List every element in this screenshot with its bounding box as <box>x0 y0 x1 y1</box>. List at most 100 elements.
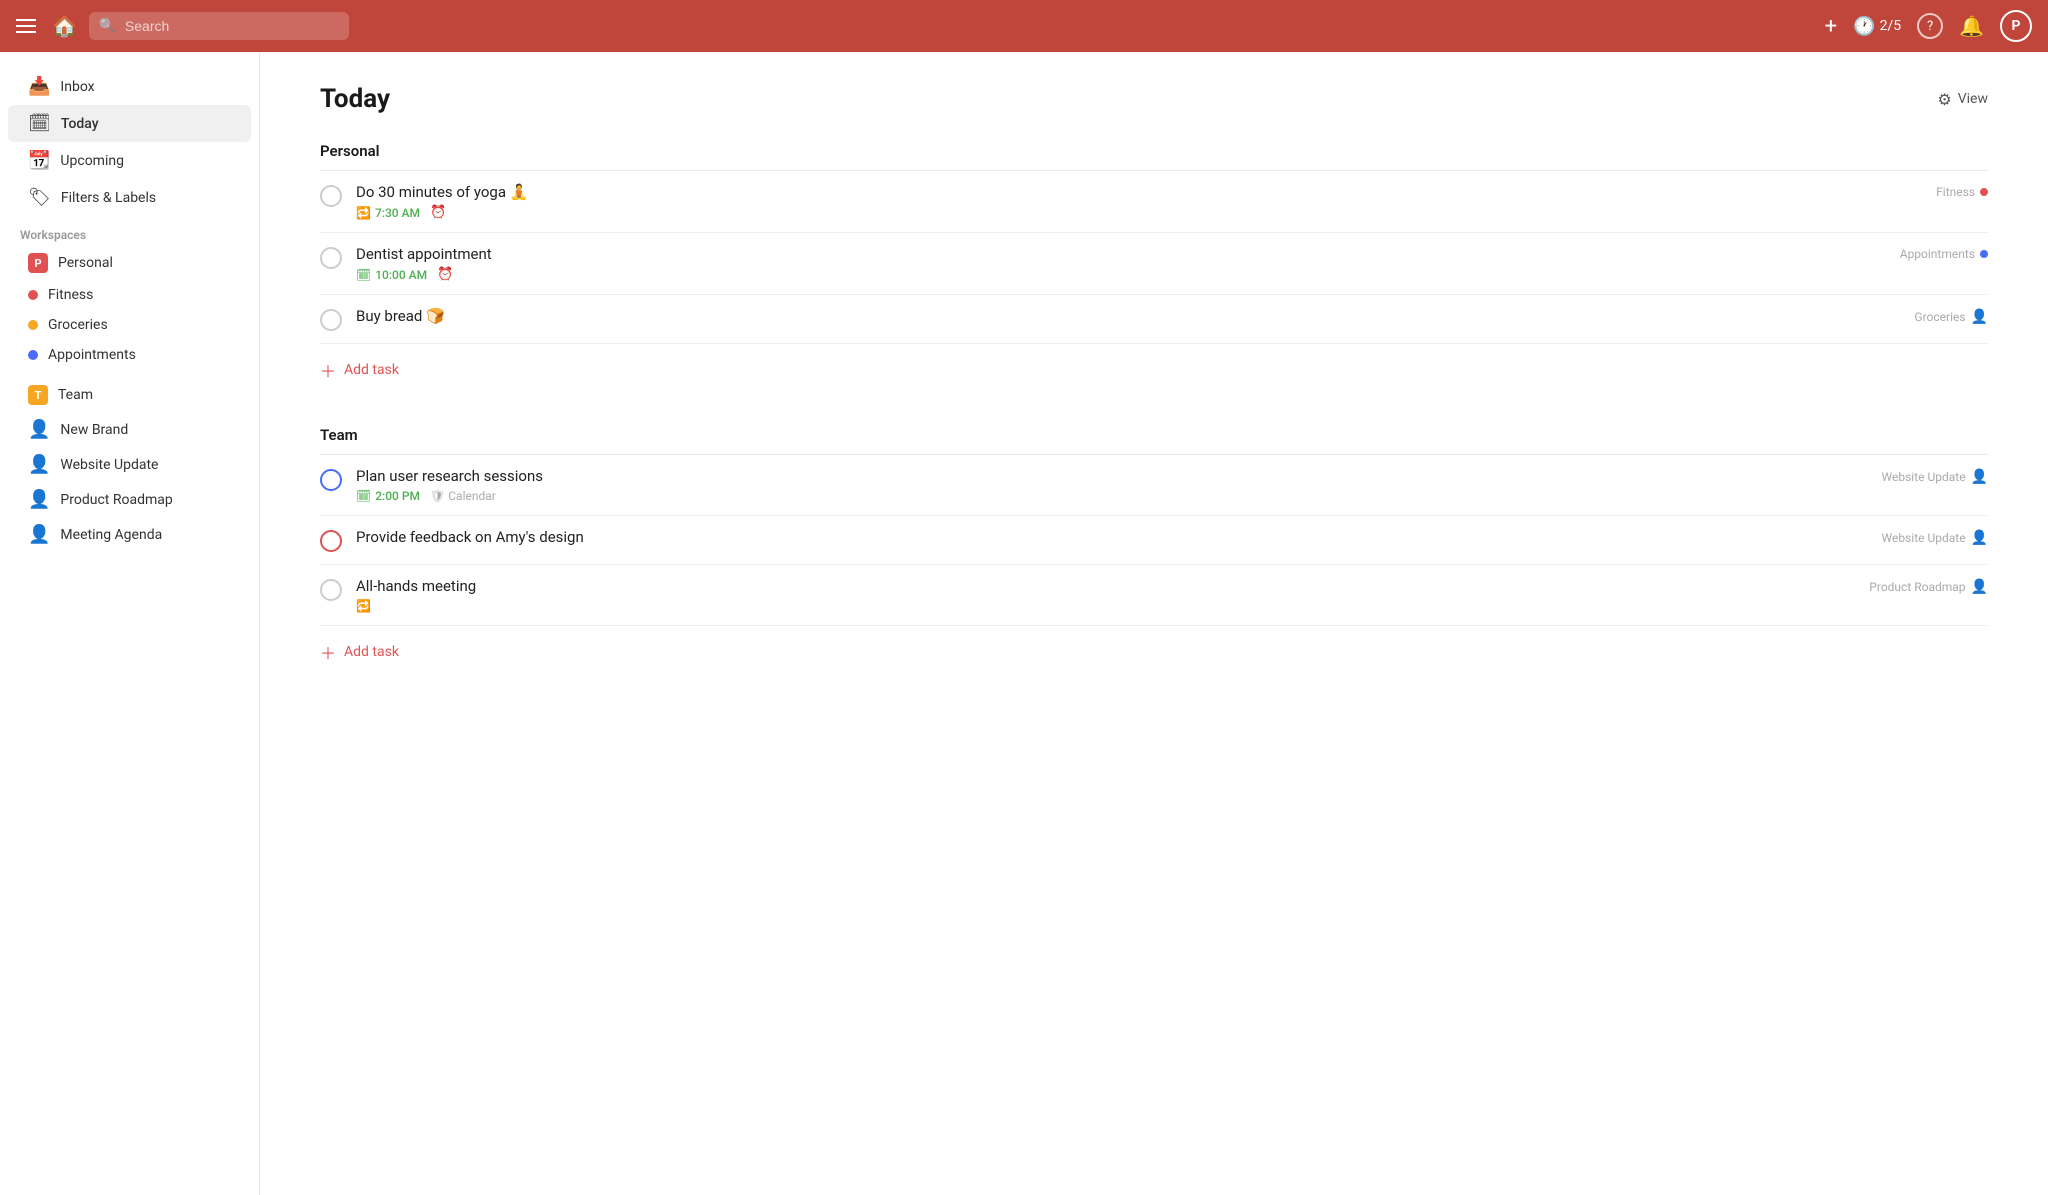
add-task-team[interactable]: ＋ Add task <box>320 626 1988 668</box>
calendar-label-research: 🛡 Calendar <box>430 489 496 503</box>
task-content-allhands: All-hands meeting 🔁 <box>356 577 1988 613</box>
inbox-icon: 📥 <box>28 76 50 97</box>
main-content: Today ⚙ View Personal Do 30 minutes of y… <box>260 52 2048 1195</box>
groceries-icon <box>28 320 38 330</box>
sidebar-item-label: Upcoming <box>60 153 124 169</box>
label-dot-dentist <box>1980 250 1988 258</box>
topbar: 🏠 🔍 + 🕐 2/5 ? 🔔 P <box>0 0 2048 52</box>
task-name-bread: Buy bread 🍞 <box>356 307 1988 325</box>
personal-section: Personal Do 30 minutes of yoga 🧘 🔁 7:30 … <box>320 142 1988 386</box>
person-icon-feedback: 👤 <box>1971 530 1988 546</box>
repeat-icon-allhands: 🔁 <box>356 599 371 613</box>
task-time-yoga: 🔁 7:30 AM <box>356 206 420 220</box>
task-name-allhands: All-hands meeting <box>356 577 1988 595</box>
topbar-right: + 🕐 2/5 ? 🔔 P <box>1825 10 2032 42</box>
workspace-label: Product Roadmap <box>60 492 172 508</box>
task-meta-yoga: 🔁 7:30 AM ⏰ <box>356 205 1988 220</box>
sidebar-item-personal[interactable]: P Personal <box>8 246 251 280</box>
task-content-yoga: Do 30 minutes of yoga 🧘 🔁 7:30 AM ⏰ <box>356 183 1988 220</box>
add-task-personal[interactable]: ＋ Add task <box>320 344 1988 386</box>
task-time-dentist: 🗓 10:00 AM <box>356 268 427 282</box>
filters-icon: 🏷 <box>28 187 51 208</box>
product-roadmap-icon: 👤 <box>28 489 50 510</box>
website-update-icon: 👤 <box>28 454 50 475</box>
calendar-icon-research: 🗓 <box>356 489 371 503</box>
sidebar-item-upcoming[interactable]: 📆 Upcoming <box>8 142 251 179</box>
add-button[interactable]: + <box>1825 14 1837 39</box>
notifications-button[interactable]: 🔔 <box>1959 14 1984 38</box>
task-label-bread: Groceries 👤 <box>1914 309 1988 325</box>
sidebar-item-fitness[interactable]: Fitness <box>8 280 251 310</box>
task-checkbox-bread[interactable] <box>320 309 342 331</box>
sidebar-item-website-update[interactable]: 👤 Website Update <box>8 447 251 482</box>
task-content-research: Plan user research sessions 🗓 2:00 PM 🛡 … <box>356 467 1988 503</box>
workspace-label: Groceries <box>48 317 108 333</box>
task-checkbox-yoga[interactable] <box>320 185 342 207</box>
task-meta-allhands: 🔁 <box>356 599 1988 613</box>
workspace-label: Team <box>58 387 93 403</box>
appointments-icon <box>28 350 38 360</box>
progress-indicator[interactable]: 🕐 2/5 <box>1853 16 1901 37</box>
person-icon-research: 👤 <box>1971 469 1988 485</box>
personal-section-title: Personal <box>320 142 1988 171</box>
add-task-label-team: Add task <box>344 644 399 660</box>
task-checkbox-research[interactable] <box>320 469 342 491</box>
layout: 📥 Inbox 🗓 Today 📆 Upcoming 🏷 Filters & L… <box>0 52 2048 1195</box>
task-row: Provide feedback on Amy's design Website… <box>320 516 1988 565</box>
help-button[interactable]: ? <box>1917 13 1943 39</box>
fitness-icon <box>28 290 38 300</box>
task-label-research: Website Update 👤 <box>1882 469 1988 485</box>
task-row: Do 30 minutes of yoga 🧘 🔁 7:30 AM ⏰ Fitn… <box>320 171 1988 233</box>
sidebar: 📥 Inbox 🗓 Today 📆 Upcoming 🏷 Filters & L… <box>0 52 260 1195</box>
sidebar-item-team[interactable]: T Team <box>8 378 251 412</box>
sidebar-item-product-roadmap[interactable]: 👤 Product Roadmap <box>8 482 251 517</box>
task-label-feedback: Website Update 👤 <box>1882 530 1988 546</box>
task-row: Dentist appointment 🗓 10:00 AM ⏰ Appoint… <box>320 233 1988 295</box>
task-checkbox-feedback[interactable] <box>320 530 342 552</box>
menu-icon[interactable] <box>16 19 36 33</box>
workspace-label: Website Update <box>60 457 158 473</box>
sidebar-item-groceries[interactable]: Groceries <box>8 310 251 340</box>
progress-icon: 🕐 <box>1853 16 1875 37</box>
sidebar-item-filters[interactable]: 🏷 Filters & Labels <box>8 179 251 216</box>
add-task-label: Add task <box>344 362 399 378</box>
sidebar-item-today[interactable]: 🗓 Today <box>8 105 251 142</box>
alarm-icon-yoga: ⏰ <box>430 205 446 220</box>
personal-icon: P <box>28 253 48 273</box>
repeat-icon: 🔁 <box>356 206 371 220</box>
view-icon: ⚙ <box>1937 90 1951 109</box>
page-title: Today <box>320 84 390 114</box>
workspace-label: Personal <box>58 255 113 271</box>
sidebar-item-label: Filters & Labels <box>61 190 156 206</box>
main-header: Today ⚙ View <box>320 84 1988 114</box>
today-icon: 🗓 <box>28 113 51 134</box>
sidebar-item-meeting-agenda[interactable]: 👤 Meeting Agenda <box>8 517 251 552</box>
task-checkbox-allhands[interactable] <box>320 579 342 601</box>
view-button[interactable]: ⚙ View <box>1937 90 1988 109</box>
avatar[interactable]: P <box>2000 10 2032 42</box>
home-icon[interactable]: 🏠 <box>52 14 77 38</box>
sidebar-item-inbox[interactable]: 📥 Inbox <box>8 68 251 105</box>
person-icon-bread: 👤 <box>1971 309 1988 325</box>
task-name-yoga: Do 30 minutes of yoga 🧘 <box>356 183 1988 201</box>
workspace-label: New Brand <box>60 422 128 438</box>
search-input[interactable] <box>89 12 349 40</box>
label-dot-yoga <box>1980 188 1988 196</box>
calendar-icon-dentist: 🗓 <box>356 268 371 282</box>
task-content-feedback: Provide feedback on Amy's design <box>356 528 1988 550</box>
task-row: Buy bread 🍞 Groceries 👤 <box>320 295 1988 344</box>
team-icon: T <box>28 385 48 405</box>
sidebar-item-appointments[interactable]: Appointments <box>8 340 251 370</box>
task-checkbox-dentist[interactable] <box>320 247 342 269</box>
task-meta-research: 🗓 2:00 PM 🛡 Calendar <box>356 489 1988 503</box>
sidebar-item-label: Inbox <box>60 79 94 95</box>
sidebar-item-new-brand[interactable]: 👤 New Brand <box>8 412 251 447</box>
workspace-label: Meeting Agenda <box>60 527 162 543</box>
search-wrapper: 🔍 <box>89 12 349 40</box>
add-icon-team: ＋ <box>320 640 336 664</box>
task-row: All-hands meeting 🔁 Product Roadmap 👤 <box>320 565 1988 626</box>
workspace-label: Appointments <box>48 347 136 363</box>
task-name-research: Plan user research sessions <box>356 467 1988 485</box>
add-icon: ＋ <box>320 358 336 382</box>
progress-label: 2/5 <box>1880 18 1902 34</box>
